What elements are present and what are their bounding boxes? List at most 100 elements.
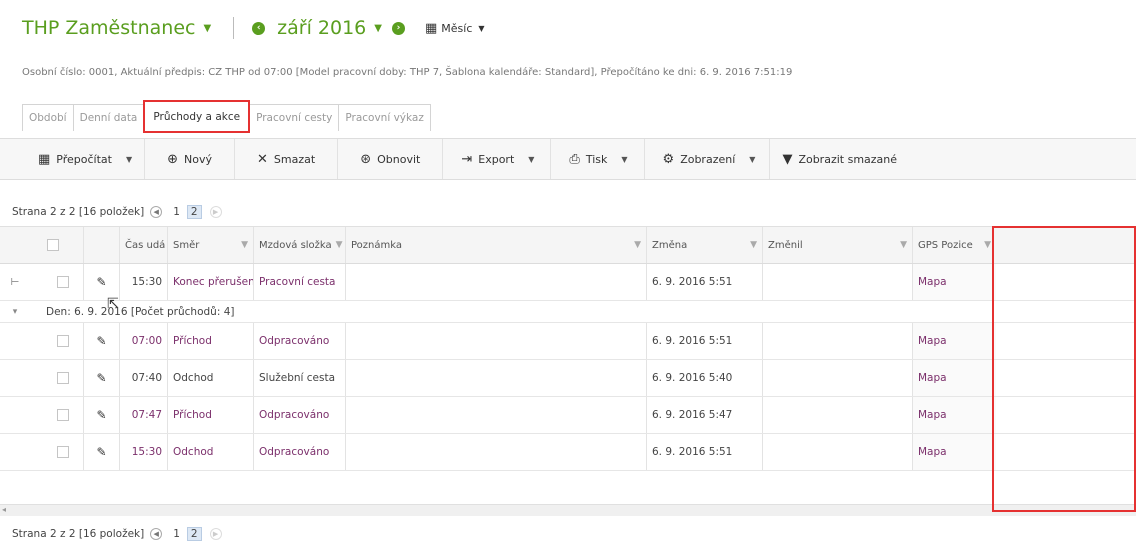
filter-icon[interactable]: ▼ bbox=[750, 240, 757, 250]
row-expander-cell bbox=[0, 434, 42, 470]
tab-obdobi[interactable]: Období bbox=[22, 104, 74, 131]
view-mode-dropdown-icon[interactable]: ▼ bbox=[478, 24, 484, 33]
table-row[interactable]: ✎ 15:30 Odchod Odpracováno 6. 9. 2016 5:… bbox=[0, 434, 1136, 471]
column-header-gps[interactable]: GPS Pozice ▼ bbox=[913, 227, 996, 263]
cell-gps-map-link[interactable]: Mapa bbox=[913, 397, 996, 433]
row-select-cell[interactable] bbox=[42, 360, 84, 396]
tab-pracovni-cesty[interactable]: Pracovní cesty bbox=[249, 104, 340, 131]
previous-page-icon[interactable]: ◀ bbox=[150, 528, 163, 540]
row-checkbox[interactable] bbox=[56, 335, 69, 347]
header-select-all[interactable] bbox=[42, 227, 84, 263]
refresh-button[interactable]: ⊛ Obnovit bbox=[338, 139, 444, 179]
column-header-time[interactable]: Čas udá bbox=[120, 227, 168, 263]
show-deleted-button[interactable]: ▼ Zobrazit smazané bbox=[770, 139, 909, 179]
chevron-down-icon: ▼ bbox=[125, 154, 133, 164]
horizontal-scrollbar[interactable]: ◂ bbox=[0, 504, 1136, 516]
cell-note bbox=[346, 434, 647, 470]
pencil-icon[interactable]: ✎ bbox=[96, 334, 106, 348]
table-row[interactable]: ✎ 07:40 Odchod Služební cesta 6. 9. 2016… bbox=[0, 360, 1136, 397]
column-label-direction: Směr bbox=[173, 239, 200, 251]
delete-button[interactable]: ✕ Smazat bbox=[235, 139, 339, 179]
header-divider bbox=[233, 17, 235, 39]
filter-icon[interactable]: ▼ bbox=[984, 240, 991, 250]
pencil-icon[interactable]: ✎ bbox=[96, 408, 106, 422]
print-button[interactable]: ⎙ Tisk ▼ bbox=[551, 139, 645, 179]
previous-page-icon[interactable]: ◀ bbox=[150, 206, 163, 218]
cell-gps-map-link[interactable]: Mapa bbox=[913, 264, 996, 300]
next-period-icon[interactable]: › bbox=[391, 21, 405, 35]
next-page-icon[interactable]: ▶ bbox=[209, 206, 222, 218]
page-1-link[interactable]: 1 bbox=[170, 206, 183, 218]
page-2-current[interactable]: 2 bbox=[186, 527, 202, 541]
next-page-icon[interactable]: ▶ bbox=[209, 528, 222, 540]
pencil-icon[interactable]: ✎ bbox=[96, 371, 106, 385]
filter-icon[interactable]: ▼ bbox=[336, 240, 343, 250]
row-expander-cell bbox=[0, 397, 42, 433]
select-all-checkbox[interactable] bbox=[47, 239, 59, 251]
scroll-left-icon[interactable]: ◂ bbox=[2, 505, 6, 514]
column-header-changed[interactable]: Změna ▼ bbox=[647, 227, 763, 263]
view-mode-label[interactable]: Měsíc bbox=[441, 22, 472, 35]
recalculate-button[interactable]: ▦ Přepočítat ▼ bbox=[0, 139, 146, 179]
cell-gps-map-link[interactable]: Mapa bbox=[913, 434, 996, 470]
row-select-cell[interactable] bbox=[42, 323, 84, 359]
row-checkbox[interactable] bbox=[56, 409, 69, 421]
row-select-cell[interactable] bbox=[42, 434, 84, 470]
table-row[interactable]: ✎ 07:00 Příchod Odpracováno 6. 9. 2016 5… bbox=[0, 323, 1136, 360]
row-select-cell[interactable] bbox=[42, 264, 84, 300]
table-row[interactable]: ✎ 07:47 Příchod Odpracováno 6. 9. 2016 5… bbox=[0, 397, 1136, 434]
cell-changed-by bbox=[763, 397, 913, 433]
cell-wage: Odpracováno bbox=[254, 323, 346, 359]
row-checkbox[interactable] bbox=[56, 372, 69, 384]
group-row[interactable]: ▾ Den: 6. 9. 2016 [Počet průchodů: 4] bbox=[0, 301, 1136, 323]
pencil-icon[interactable]: ✎ bbox=[96, 445, 106, 459]
tab-pracovni-vykaz[interactable]: Pracovní výkaz bbox=[338, 104, 431, 131]
row-edit-cell[interactable]: ✎ bbox=[84, 323, 120, 359]
filter-icon: ▼ bbox=[782, 151, 793, 167]
row-edit-cell[interactable]: ✎ bbox=[84, 397, 120, 433]
cell-wage: Služební cesta bbox=[254, 360, 346, 396]
row-checkbox[interactable] bbox=[56, 276, 69, 288]
pencil-icon[interactable]: ✎ bbox=[96, 275, 106, 289]
cell-note bbox=[346, 397, 647, 433]
view-settings-icon: ⚙ bbox=[662, 151, 675, 167]
page-2-current[interactable]: 2 bbox=[186, 205, 202, 219]
previous-period-icon[interactable]: ‹ bbox=[252, 21, 266, 35]
employee-dropdown-icon[interactable]: ▼ bbox=[203, 23, 211, 34]
period-dropdown-icon[interactable]: ▼ bbox=[374, 23, 382, 34]
row-select-cell[interactable] bbox=[42, 397, 84, 433]
tab-pruchody-a-akce[interactable]: Průchody a akce bbox=[143, 100, 251, 133]
filter-icon[interactable]: ▼ bbox=[634, 240, 641, 250]
collapse-icon[interactable]: ▾ bbox=[0, 307, 30, 317]
row-edit-cell[interactable]: ✎ bbox=[84, 360, 120, 396]
row-edit-cell[interactable]: ✎ bbox=[84, 264, 120, 300]
calendar-icon[interactable]: ▦ bbox=[425, 21, 437, 36]
tab-denni-data[interactable]: Denní data bbox=[72, 104, 145, 131]
column-header-changed-by[interactable]: Změnil ▼ bbox=[763, 227, 913, 263]
pager-bottom: Strana 2 z 2 [16 položek] ◀ 1 2 ▶ bbox=[12, 524, 228, 544]
column-header-direction[interactable]: Směr ▼ bbox=[168, 227, 254, 263]
table-row[interactable]: ⊢ ✎ 15:30 Konec přerušení Pracovní cesta… bbox=[0, 264, 1136, 301]
delete-label: Smazat bbox=[273, 152, 316, 166]
row-checkbox[interactable] bbox=[56, 446, 69, 458]
employee-title[interactable]: THP Zaměstnanec bbox=[22, 17, 195, 39]
cell-gps-map-link[interactable]: Mapa bbox=[913, 360, 996, 396]
page-1-link[interactable]: 1 bbox=[170, 528, 183, 540]
period-title[interactable]: září 2016 bbox=[277, 17, 366, 39]
cell-gps-map-link[interactable]: Mapa bbox=[913, 323, 996, 359]
cell-direction: Konec přerušení bbox=[168, 264, 254, 300]
view-button[interactable]: ⚙ Zobrazení ▼ bbox=[645, 139, 771, 179]
column-header-wage[interactable]: Mzdová složka ▼ bbox=[254, 227, 346, 263]
filter-icon[interactable]: ▼ bbox=[241, 240, 248, 250]
new-button[interactable]: ⊕ Nový bbox=[145, 139, 236, 179]
export-button[interactable]: ⇥ Export ▼ bbox=[443, 139, 552, 179]
chevron-down-icon: ▼ bbox=[528, 154, 535, 164]
cell-time: 07:47 bbox=[120, 397, 168, 433]
title-row: THP Zaměstnanec ▼ ‹ září 2016 ▼ › ▦ Měsí… bbox=[22, 14, 485, 42]
column-header-note[interactable]: Poznámka ▼ bbox=[346, 227, 647, 263]
cell-changed: 6. 9. 2016 5:47 bbox=[647, 397, 763, 433]
filter-icon[interactable]: ▼ bbox=[900, 240, 907, 250]
printer-icon: ⎙ bbox=[569, 151, 580, 167]
chevron-down-icon: ▼ bbox=[749, 154, 756, 164]
row-edit-cell[interactable]: ✎ bbox=[84, 434, 120, 470]
